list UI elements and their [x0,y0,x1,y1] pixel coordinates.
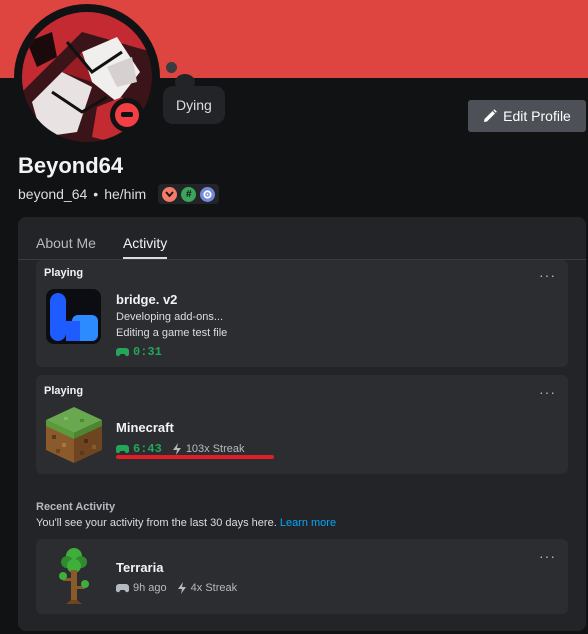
activity-details: Developing add-ons... [116,311,224,323]
activity-name: Terraria [116,560,164,575]
recent-activity-title: Recent Activity [36,501,116,513]
edit-profile-label: Edit Profile [503,108,571,124]
recent-note-text: You'll see your activity from the last 3… [36,517,277,529]
last-played: 9h ago [133,582,167,594]
dnd-status-icon [110,98,144,132]
lightning-icon [172,443,181,455]
activity-more-button[interactable]: ··· [539,549,556,563]
activity-card[interactable]: Playing ··· Minecraft 6:43 103x Streak [36,375,568,474]
controller-icon [116,445,129,454]
activity-meta: 0:31 [116,345,162,359]
red-underline-annotation [116,455,274,459]
terraria-tree-icon [58,546,90,608]
recent-activity-card[interactable]: ··· Terraria 9h ago 4x Streak [36,539,568,614]
tab-about-me[interactable]: About Me [36,235,96,259]
learn-more-link[interactable]: Learn more [280,517,336,529]
streak-count: 103x Streak [185,443,245,455]
activity-meta: 9h ago 4x Streak [116,582,237,594]
gear-badge-icon[interactable] [200,186,216,202]
hash-badge-icon[interactable]: # [181,186,197,202]
status-bubble-dot-small [166,62,177,73]
edit-profile-button[interactable]: Edit Profile [468,100,586,132]
lightning-icon [177,582,186,594]
activity-more-button[interactable]: ··· [539,385,556,399]
profile-tabs: About Me Activity [36,235,168,259]
tab-activity[interactable]: Activity [122,235,168,259]
elapsed-time: 0:31 [133,345,162,359]
custom-status-bubble[interactable]: Dying [163,86,225,124]
activity-meta: 6:43 103x Streak [116,442,245,456]
chevron-badge-icon[interactable] [162,186,178,202]
streak-count: 4x Streak [190,582,238,594]
pencil-icon [484,109,497,122]
recent-activity-note: You'll see your activity from the last 3… [36,517,336,529]
badge-list: # [158,184,220,204]
display-name: Beyond64 [18,153,124,178]
separator: • [93,186,99,202]
pronouns: he/him [104,186,147,202]
activity-more-button[interactable]: ··· [539,268,556,282]
controller-icon [116,584,129,593]
controller-icon [116,348,129,357]
username[interactable]: beyond_64 [18,186,87,202]
activity-heading: Playing [44,385,84,397]
activity-name: bridge. v2 [116,292,178,307]
activity-state: Editing a game test file [116,327,228,339]
activity-heading: Playing [44,267,84,279]
minecraft-grass-block-icon [44,405,104,465]
elapsed-time: 6:43 [133,442,162,456]
activity-name: Minecraft [116,420,174,435]
activity-card[interactable]: Playing ··· bridge. v2 Developing add-on… [36,260,568,367]
profile-panel: About Me Activity Playing ··· bridge. v2… [18,217,586,631]
bridge-app-icon [46,289,101,344]
profile-subline: beyond_64 • he/him # [18,184,220,204]
